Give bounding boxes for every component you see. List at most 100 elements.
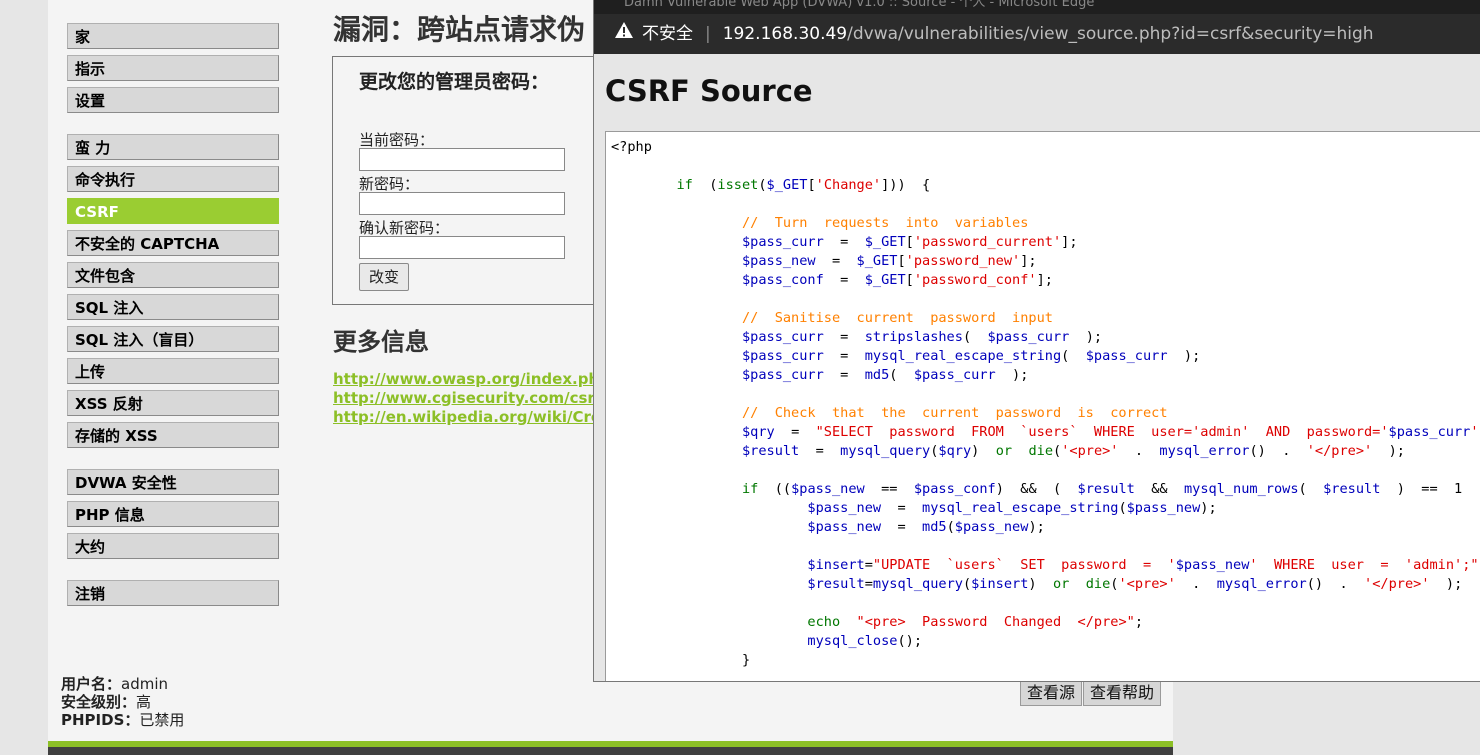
code-token: md5 (922, 519, 947, 535)
code-token: ) && ( (995, 481, 1078, 497)
new-password-input[interactable] (359, 192, 565, 215)
code-token: 'Change' (815, 177, 882, 193)
code-line: $result = mysql_query($qry) or die('<pre… (611, 442, 1480, 461)
warning-icon[interactable] (614, 14, 634, 54)
code-token: = (823, 272, 865, 288)
page-title: 漏洞：跨站点请求伪 (333, 13, 586, 46)
menu-item-file-inclusion[interactable]: 文件包含 (67, 262, 279, 288)
security-level-value: 高 (136, 693, 152, 711)
menu-item-sql-injection[interactable]: SQL 注入 (67, 294, 279, 320)
code-token: "SELECT password FROM `users` WHERE user… (815, 424, 1389, 440)
code-token: $insert (807, 557, 865, 573)
code-line: // Sanitise current password input (611, 309, 1480, 328)
code-token: $result (807, 576, 865, 592)
code-token: md5 (864, 367, 890, 383)
code-token: $pass_new (954, 519, 1029, 535)
code-token: $_GET (864, 234, 906, 250)
code-line: mysql_close(); (611, 632, 1480, 651)
url-host[interactable]: 192.168.30.49 (723, 24, 847, 44)
confirm-password-label: 确认新密码： (359, 219, 450, 237)
popup-window-title[interactable]: Damn Vulnerable Web App (DVWA) v1.0 :: S… (594, 0, 1480, 14)
code-token: // Check that the current password is co… (741, 405, 1168, 421)
wikipedia-link[interactable]: http://en.wikipedia.org/wiki/Cross-site_… (333, 408, 595, 427)
code-token: = (864, 576, 873, 592)
menu-item-csrf[interactable]: CSRF (67, 198, 279, 224)
code-token: stripslashes (864, 329, 963, 345)
source-popup-window: Damn Vulnerable Web App (DVWA) v1.0 :: S… (593, 0, 1480, 682)
confirm-password-input[interactable] (359, 236, 565, 259)
change-password-form: 更改您的管理员密码： 当前密码： 新密码： 确认新密码： 改变 (332, 56, 594, 305)
code-token: ( (1061, 348, 1086, 364)
code-token: ( (1298, 481, 1324, 497)
phpids-label: PHPIDS： (61, 711, 140, 729)
menu-item-about[interactable]: 大约 (67, 533, 279, 559)
view-source-button[interactable]: 查看源 (1020, 678, 1083, 706)
insecure-label[interactable]: 不安全 (642, 24, 693, 44)
code-token: && (1134, 481, 1184, 497)
menu-item-insecure-captcha[interactable]: 不安全的 CAPTCHA (67, 230, 279, 256)
code-token: () . (1249, 443, 1307, 459)
code-token: = (774, 424, 816, 440)
code-token: $_GET (766, 177, 808, 193)
menu-item-sql-injection-blind[interactable]: SQL 注入（盲目） (67, 326, 279, 352)
menu-item-xss-reflected[interactable]: XSS 反射 (67, 390, 279, 416)
code-token: ) == 1 )){ (1396, 481, 1480, 497)
code-line: if (($pass_new == $pass_conf) && ( $resu… (611, 480, 1480, 499)
code-token: die (1028, 443, 1054, 459)
current-password-input[interactable] (359, 148, 565, 171)
owasp-link[interactable]: http://www.owasp.org/index.php/Cross-Sit… (333, 370, 595, 389)
code-token: () . (1306, 576, 1365, 592)
address-bar[interactable]: 不安全 | 192.168.30.49/dvwa/vulnerabilities/v… (594, 14, 1480, 54)
code-token: ( (962, 329, 988, 345)
menu-item-instructions[interactable]: 指示 (67, 55, 279, 81)
menu-item-setup[interactable]: 设置 (67, 87, 279, 113)
code-token: if (741, 481, 759, 497)
code-token: $pass_curr (987, 329, 1070, 345)
code-token: $_GET (856, 253, 898, 269)
security-level-label: 安全级别： (61, 693, 137, 711)
change-button[interactable]: 改变 (359, 263, 409, 291)
code-token: 'password_current' (913, 234, 1062, 250)
code-token: mysql_query (840, 443, 931, 459)
code-token: ); (1069, 329, 1103, 345)
code-token: (); (897, 633, 923, 649)
cgisecurity-link[interactable]: http://www.cgisecurity.com/csrf-faq.html (333, 389, 595, 408)
menu-item-home[interactable]: 家 (67, 23, 279, 49)
url-path[interactable]: /dvwa/vulnerabilities/view_source.php?id… (847, 24, 1373, 44)
code-token: '</pre>' (1306, 443, 1373, 459)
code-token: or (1052, 576, 1070, 592)
menu-item-xss-stored[interactable]: 存储的 XSS (67, 422, 279, 448)
username-value: admin (121, 675, 169, 693)
code-token: ( (1118, 500, 1127, 516)
code-token: ); (1429, 576, 1463, 592)
code-token: [ (905, 272, 914, 288)
menu-item-command-execution[interactable]: 命令执行 (67, 166, 279, 192)
menu-item-logout[interactable]: 注销 (67, 580, 279, 606)
code-token: $qry (741, 424, 775, 440)
menu-item-brute-force[interactable]: 蛮 力 (67, 134, 279, 160)
code-token: ; (1134, 614, 1143, 630)
code-token: ( (962, 576, 972, 592)
code-line: } (611, 651, 1480, 670)
left-gutter (0, 0, 48, 755)
code-token: ) (1028, 576, 1053, 592)
code-token: "UPDATE `users` SET password = ' (872, 557, 1176, 573)
menu-item-dvwa-security[interactable]: DVWA 安全性 (67, 469, 279, 495)
code-token: ';" (1470, 424, 1480, 440)
code-token: "<pre> Password Changed </pre>" (856, 614, 1135, 630)
code-token: ( (1053, 443, 1062, 459)
code-token: mysql_error (1216, 576, 1307, 592)
view-help-button[interactable]: 查看帮助 (1083, 678, 1162, 706)
menu-item-upload[interactable]: 上传 (67, 358, 279, 384)
form-heading: 更改您的管理员密码： (359, 71, 550, 93)
code-token: $pass_new (1126, 500, 1201, 516)
new-password-label: 新密码： (359, 175, 420, 193)
menu-item-php-info[interactable]: PHP 信息 (67, 501, 279, 527)
